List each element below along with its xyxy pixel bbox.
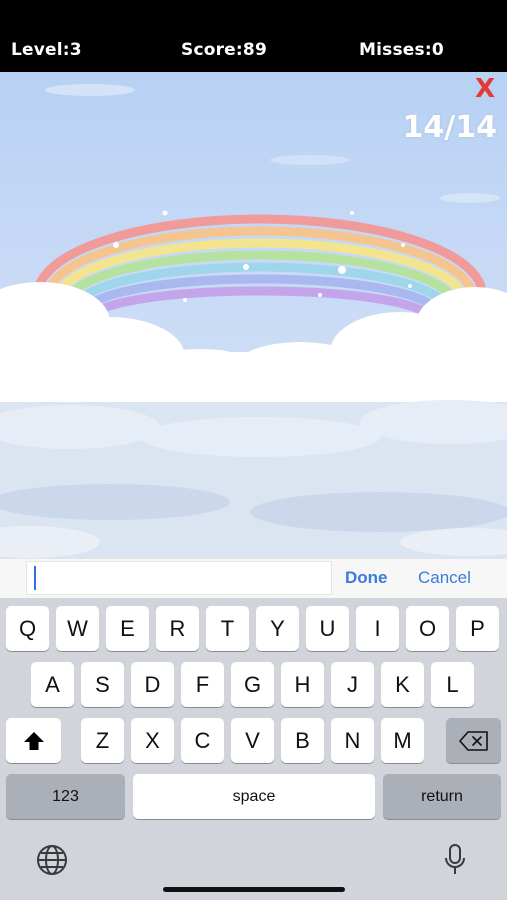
key-u[interactable]: U [306, 606, 349, 651]
key-g[interactable]: G [231, 662, 274, 707]
key-m[interactable]: M [381, 718, 424, 763]
space-key[interactable]: space [133, 774, 375, 819]
key-j[interactable]: J [331, 662, 374, 707]
key-a[interactable]: A [31, 662, 74, 707]
key-w[interactable]: W [56, 606, 99, 651]
shift-icon [23, 731, 44, 750]
key-i[interactable]: I [356, 606, 399, 651]
key-o[interactable]: O [406, 606, 449, 651]
home-indicator [163, 887, 345, 892]
score-label: Score:89 [181, 40, 267, 60]
game-status-bar: Level:3 Score:89 Misses:0 [0, 0, 507, 72]
dictation-button[interactable] [440, 842, 470, 878]
key-r[interactable]: R [156, 606, 199, 651]
misses-label: Misses:0 [359, 40, 444, 60]
shift-key[interactable] [6, 718, 61, 763]
key-h[interactable]: H [281, 662, 324, 707]
progress-counter: 14/14 [402, 110, 497, 145]
on-screen-keyboard: Q W E R T Y U I O P A S D F G H J K L Z … [0, 598, 507, 900]
key-c[interactable]: C [181, 718, 224, 763]
close-icon[interactable]: X [475, 76, 495, 102]
key-t[interactable]: T [206, 606, 249, 651]
backspace-key[interactable] [446, 718, 501, 763]
key-e[interactable]: E [106, 606, 149, 651]
cancel-button[interactable]: Cancel [418, 568, 471, 588]
level-label: Level:3 [11, 40, 82, 60]
key-l[interactable]: L [431, 662, 474, 707]
key-z[interactable]: Z [81, 718, 124, 763]
answer-input[interactable] [26, 561, 332, 595]
microphone-icon [445, 844, 465, 874]
numbers-key[interactable]: 123 [6, 774, 125, 819]
input-accessory-bar: Done Cancel [0, 558, 507, 599]
key-q[interactable]: Q [6, 606, 49, 651]
key-x[interactable]: X [131, 718, 174, 763]
key-d[interactable]: D [131, 662, 174, 707]
key-p[interactable]: P [456, 606, 499, 651]
done-button[interactable]: Done [345, 568, 388, 588]
backspace-icon [458, 730, 488, 751]
key-n[interactable]: N [331, 718, 374, 763]
key-y[interactable]: Y [256, 606, 299, 651]
key-b[interactable]: B [281, 718, 324, 763]
globe-icon [37, 845, 67, 875]
globe-button[interactable] [34, 842, 70, 878]
text-cursor [34, 566, 36, 590]
return-key[interactable]: return [383, 774, 501, 819]
key-s[interactable]: S [81, 662, 124, 707]
key-k[interactable]: K [381, 662, 424, 707]
key-v[interactable]: V [231, 718, 274, 763]
key-f[interactable]: F [181, 662, 224, 707]
